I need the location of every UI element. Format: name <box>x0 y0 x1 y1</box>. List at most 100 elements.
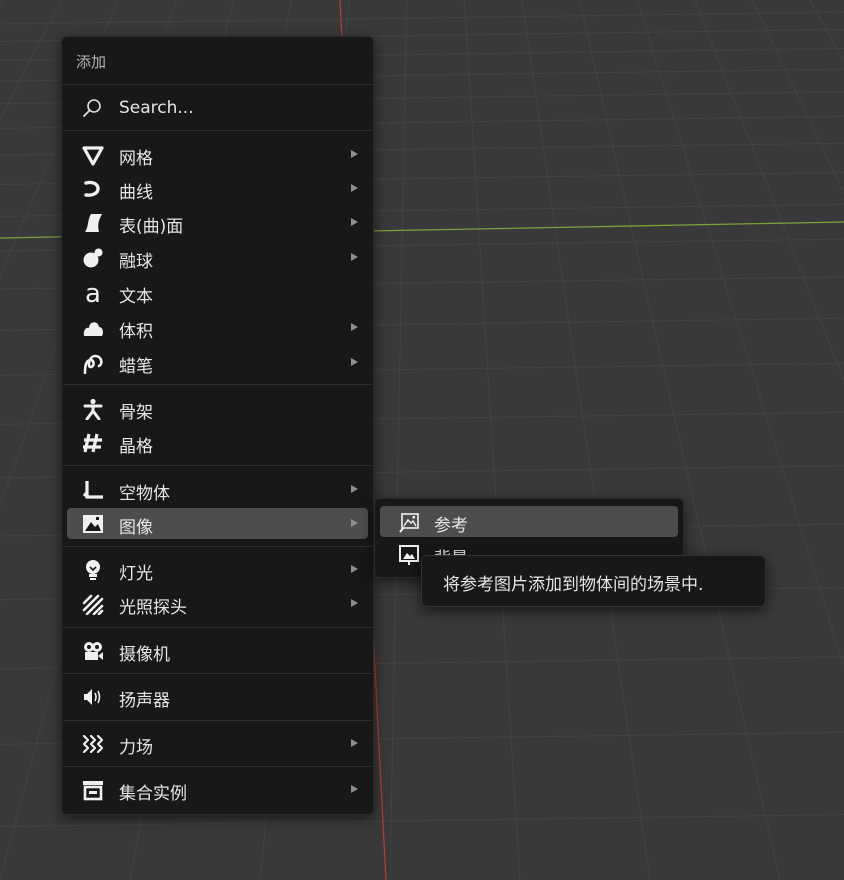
submenu-arrow-icon <box>351 358 358 366</box>
grid-line <box>636 0 844 669</box>
menu-item-volume[interactable]: 体积 <box>67 312 368 343</box>
add-menu: 添加 Search... 网格 曲线 表(曲)面 融球 a 文本 体积 蜡笔 骨… <box>61 36 374 815</box>
menu-item-image[interactable]: 图像 <box>67 508 368 539</box>
grid-line <box>420 0 844 880</box>
submenu-arrow-icon <box>351 519 358 527</box>
menu-item-label: 空物体 <box>119 484 170 504</box>
menu-item-label: 集合实例 <box>119 784 187 804</box>
empty-icon <box>82 481 103 499</box>
menu-item-camera[interactable]: 摄像机 <box>67 635 368 666</box>
grid-line <box>0 814 844 828</box>
grid-line <box>694 0 844 382</box>
tooltip-text: 将参考图片添加到物体间的场景中. <box>443 575 704 595</box>
grid-line <box>809 0 844 63</box>
menu-item-metaball[interactable]: 融球 <box>67 242 368 273</box>
menu-item-collection-instance[interactable]: 集合实例 <box>67 774 368 805</box>
grid-line <box>420 0 844 880</box>
separator <box>63 673 372 674</box>
menu-title: 添加 <box>76 53 107 71</box>
menu-item-label: 力场 <box>119 738 153 758</box>
grid-line <box>420 0 844 880</box>
grid-line <box>751 0 844 195</box>
menu-item-label: 融球 <box>119 252 153 272</box>
grid-line <box>463 0 521 880</box>
submenu-arrow-icon <box>351 485 358 493</box>
submenu-arrow-icon <box>351 739 358 747</box>
separator <box>63 84 372 85</box>
submenu-arrow-icon <box>351 218 358 226</box>
menu-item-speaker[interactable]: 扬声器 <box>67 681 368 712</box>
grid-line <box>521 0 651 880</box>
volume-icon <box>83 322 103 336</box>
menu-item-label: 光照探头 <box>119 598 187 618</box>
grid-line <box>0 11 844 25</box>
menu-item-label: 扬声器 <box>119 691 170 711</box>
separator <box>63 627 372 628</box>
menu-item-grease-pencil[interactable]: 蜡笔 <box>67 347 368 378</box>
grid-line <box>420 0 844 880</box>
camera-icon <box>84 642 103 660</box>
lattice-icon <box>83 433 102 453</box>
curve-icon <box>84 180 100 197</box>
search-field[interactable]: Search... <box>62 92 373 124</box>
speaker-icon <box>84 689 101 705</box>
collection-instance-icon <box>83 781 103 801</box>
menu-item-light[interactable]: 灯光 <box>67 554 368 585</box>
grid-line <box>389 0 408 880</box>
submenu-arrow-icon <box>351 253 358 261</box>
separator <box>63 384 372 385</box>
grid-line <box>578 0 781 880</box>
submenu-arrow-icon <box>351 565 358 573</box>
search-icon <box>83 99 101 117</box>
menu-item-armature[interactable]: 骨架 <box>67 393 368 424</box>
menu-item-label: 晶格 <box>119 437 153 457</box>
menu-item-label: 曲线 <box>119 183 153 203</box>
armature-icon <box>83 398 103 420</box>
grid-line <box>420 0 844 880</box>
menu-item-label: 骨架 <box>119 403 153 423</box>
text-icon: a <box>85 282 101 304</box>
submenu-item-reference[interactable]: 参考 <box>380 506 678 537</box>
separator <box>63 465 372 466</box>
metaball-icon <box>83 248 103 268</box>
menu-item-curve[interactable]: 曲线 <box>67 173 368 204</box>
menu-item-label: 图像 <box>119 518 153 538</box>
grid-line <box>420 0 844 880</box>
menu-item-text[interactable]: a 文本 <box>67 277 368 308</box>
menu-item-label: 蜡笔 <box>119 357 153 377</box>
menu-item-mesh[interactable]: 网格 <box>67 139 368 170</box>
submenu-arrow-icon <box>351 184 358 192</box>
surface-icon <box>85 214 102 232</box>
menu-item-label: 灯光 <box>119 564 153 584</box>
separator <box>63 766 372 767</box>
submenu-arrow-icon <box>351 150 358 158</box>
mesh-icon <box>82 146 104 166</box>
submenu-arrow-icon <box>351 785 358 793</box>
separator <box>63 720 372 721</box>
menu-item-label: 文本 <box>119 287 153 307</box>
menu-item-force-field[interactable]: 力场 <box>67 728 368 759</box>
tooltip: 将参考图片添加到物体间的场景中. <box>421 555 766 607</box>
svg-text:a: a <box>85 282 101 304</box>
light-icon <box>86 560 100 580</box>
submenu-arrow-icon <box>351 323 358 331</box>
menu-item-lattice[interactable]: 晶格 <box>67 427 368 458</box>
menu-item-label: 网格 <box>119 149 153 169</box>
submenu-arrow-icon <box>351 599 358 607</box>
menu-item-empty[interactable]: 空物体 <box>67 474 368 505</box>
grid-line <box>420 0 844 880</box>
submenu-item-label: 参考 <box>434 516 468 536</box>
image-icon <box>83 515 103 533</box>
search-label: Search... <box>119 98 194 118</box>
menu-item-light-probe[interactable]: 光照探头 <box>67 588 368 619</box>
image-reference-icon <box>399 513 419 533</box>
menu-item-label: 表(曲)面 <box>119 217 184 237</box>
separator <box>63 130 372 131</box>
separator <box>63 546 372 547</box>
grease-pencil-icon <box>83 354 103 374</box>
menu-item-surface[interactable]: 表(曲)面 <box>67 207 368 238</box>
image-background-icon <box>399 545 419 565</box>
light-probe-icon <box>82 594 104 615</box>
force-field-icon <box>82 734 104 754</box>
menu-item-label: 体积 <box>119 322 153 342</box>
